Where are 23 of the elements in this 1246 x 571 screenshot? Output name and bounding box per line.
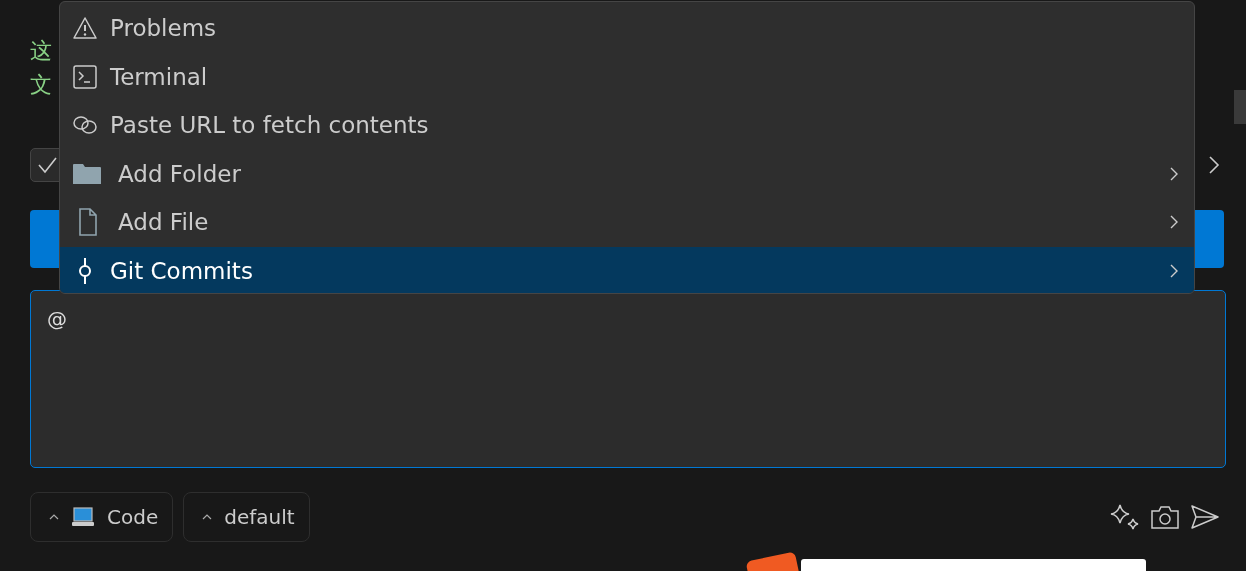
menu-item[interactable]: Paste URL to fetch contents: [60, 101, 1194, 150]
mode-button[interactable]: default: [183, 492, 310, 542]
sparkle-icon[interactable]: [1110, 503, 1140, 531]
menu-item[interactable]: Add File: [60, 198, 1194, 247]
menu-item[interactable]: Terminal: [60, 52, 1194, 101]
link-icon: [72, 114, 98, 137]
caret-up-icon: [49, 514, 59, 520]
chat-input[interactable]: @: [30, 290, 1226, 468]
folder-icon: [72, 162, 102, 185]
laptop-icon: [71, 507, 95, 527]
menu-item[interactable]: Git Commits: [60, 246, 1194, 293]
message-text: 这: [30, 37, 52, 65]
message-text: 文: [30, 71, 52, 99]
mode-button[interactable]: Code: [30, 492, 174, 542]
chevron-right-icon[interactable]: [1208, 155, 1220, 175]
scrollbar-thumb[interactable]: [1234, 90, 1246, 124]
menu-item[interactable]: Problems: [60, 4, 1194, 53]
warning-icon: [72, 16, 98, 41]
camera-icon[interactable]: [1150, 504, 1180, 530]
caret-up-icon: [202, 514, 213, 520]
menu-item[interactable]: Add Folder: [60, 149, 1194, 198]
send-icon[interactable]: [1190, 504, 1220, 530]
terminal-icon: [72, 63, 98, 90]
